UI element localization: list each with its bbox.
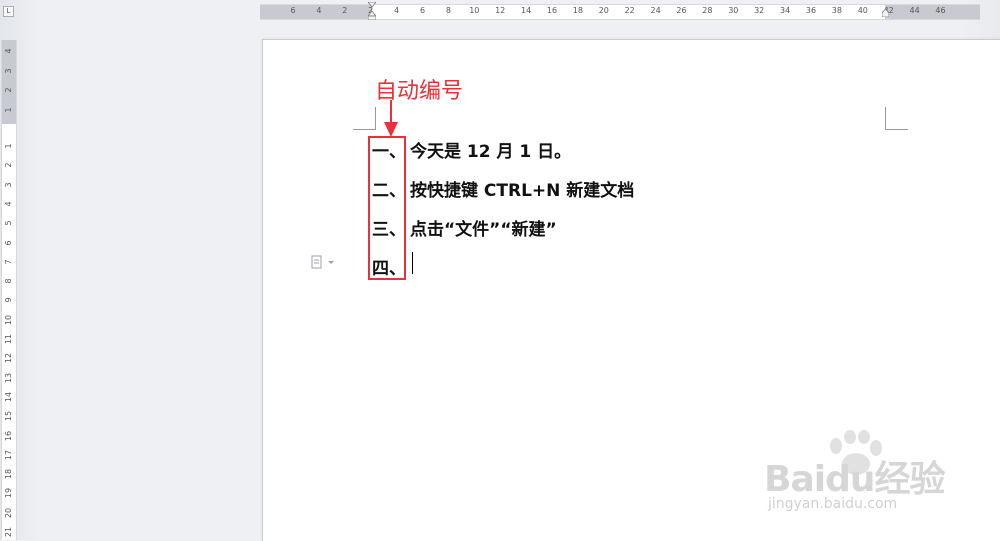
ruler-tick-label: 28 — [702, 6, 713, 15]
vruler-tick-label: 3 — [4, 182, 13, 188]
list-text: 今天是 12 月 1 日。 — [410, 142, 572, 162]
vruler-tick-label: 9 — [4, 297, 13, 303]
ruler-tick-label: 44 — [909, 6, 920, 15]
vruler-tick-label: 15 — [4, 411, 13, 422]
ruler-tick-label: 40 — [857, 6, 868, 15]
ruler-tick-label: 30 — [728, 6, 739, 15]
paste-options-icon[interactable] — [311, 255, 335, 269]
ruler-tick-label: 4 — [316, 6, 322, 15]
right-indent-marker[interactable] — [882, 9, 889, 17]
ruler-margin-right — [885, 5, 980, 19]
ruler-tick-label: 16 — [546, 6, 558, 15]
ruler-tick-label: 6 — [290, 6, 296, 15]
ruler-tick-label: 36 — [805, 6, 817, 15]
ruler-tick-label: 32 — [754, 6, 765, 15]
vruler-tick-label: 21 — [4, 526, 13, 538]
vruler-tick-label: 1 — [4, 143, 13, 149]
vruler-tick-label: 13 — [4, 372, 13, 383]
baidu-jingyan-watermark: Baidu经验 jingyan.baidu.com — [764, 430, 950, 520]
tab-stop-selector[interactable]: L — [3, 6, 14, 17]
ruler-tick-label: 6 — [419, 6, 426, 15]
indent-marker[interactable] — [368, 2, 376, 20]
margin-crop-mark-left — [353, 107, 376, 130]
text-cursor — [412, 252, 413, 274]
ruler-tick-label: 26 — [676, 6, 687, 15]
list-item[interactable]: 二、 按快捷键 CTRL+N 新建文档 — [372, 176, 634, 202]
vruler-tick-label: 18 — [4, 469, 13, 480]
vruler-tick-label: 8 — [4, 278, 13, 284]
list-text: 按快捷键 CTRL+N 新建文档 — [410, 181, 635, 201]
vruler-tick-label: 12 — [4, 353, 13, 364]
list-text: 点击“文件”“新建” — [410, 220, 557, 240]
vruler-tick-label: 11 — [4, 333, 13, 345]
vruler-tick-label: 14 — [4, 391, 13, 402]
vruler-tick-label: 16 — [4, 430, 13, 441]
vruler-tick-label: 4 — [4, 201, 13, 207]
ruler-tick-label: 34 — [780, 6, 791, 15]
ruler-tick-label: 20 — [598, 6, 609, 15]
annotation-arrow-icon — [384, 100, 398, 137]
vertical-ruler[interactable]: 4 3 2 1 1 2 3 4 5 6 7 8 9 10 11 12 13 14 15 16 17 18 19 20 21 — [1, 40, 17, 540]
vruler-tick-label: 20 — [4, 507, 13, 518]
vruler-tick-label: 2 — [4, 87, 13, 93]
vruler-tick-label: 3 — [4, 67, 13, 74]
vruler-tick-label: 19 — [4, 488, 13, 499]
vruler-tick-label: 1 — [4, 106, 13, 113]
vruler-tick-label: 7 — [4, 259, 13, 265]
ruler-tick-label: 38 — [831, 6, 842, 15]
ruler-tick-label: 2 — [342, 6, 348, 15]
ruler-tick-label: 24 — [650, 6, 661, 15]
watermark-main-text: Baidu经验 — [764, 459, 945, 500]
vruler-tick-label: 10 — [4, 314, 13, 325]
watermark-url: jingyan.baidu.com — [768, 496, 898, 512]
ruler-tick-label: 8 — [445, 6, 451, 15]
vruler-tick-label: 17 — [4, 449, 13, 460]
ruler-tick-label: 14 — [521, 6, 532, 15]
vruler-tick-label: 5 — [4, 220, 13, 226]
ruler-tick-label: 22 — [624, 6, 635, 15]
annotation-highlight-box — [368, 136, 406, 280]
ruler-tick-label: 18 — [572, 6, 583, 15]
ruler-tick-label: 4 — [394, 6, 400, 15]
ruler-tick-label: 10 — [469, 6, 480, 15]
vruler-tick-label: 4 — [4, 48, 13, 54]
ruler-tick-label: 46 — [935, 6, 946, 15]
vruler-tick-label: 2 — [4, 162, 13, 168]
vruler-tick-label: 6 — [4, 239, 13, 246]
margin-crop-mark-right — [885, 107, 908, 130]
ruler-tick-label: 12 — [495, 6, 506, 15]
